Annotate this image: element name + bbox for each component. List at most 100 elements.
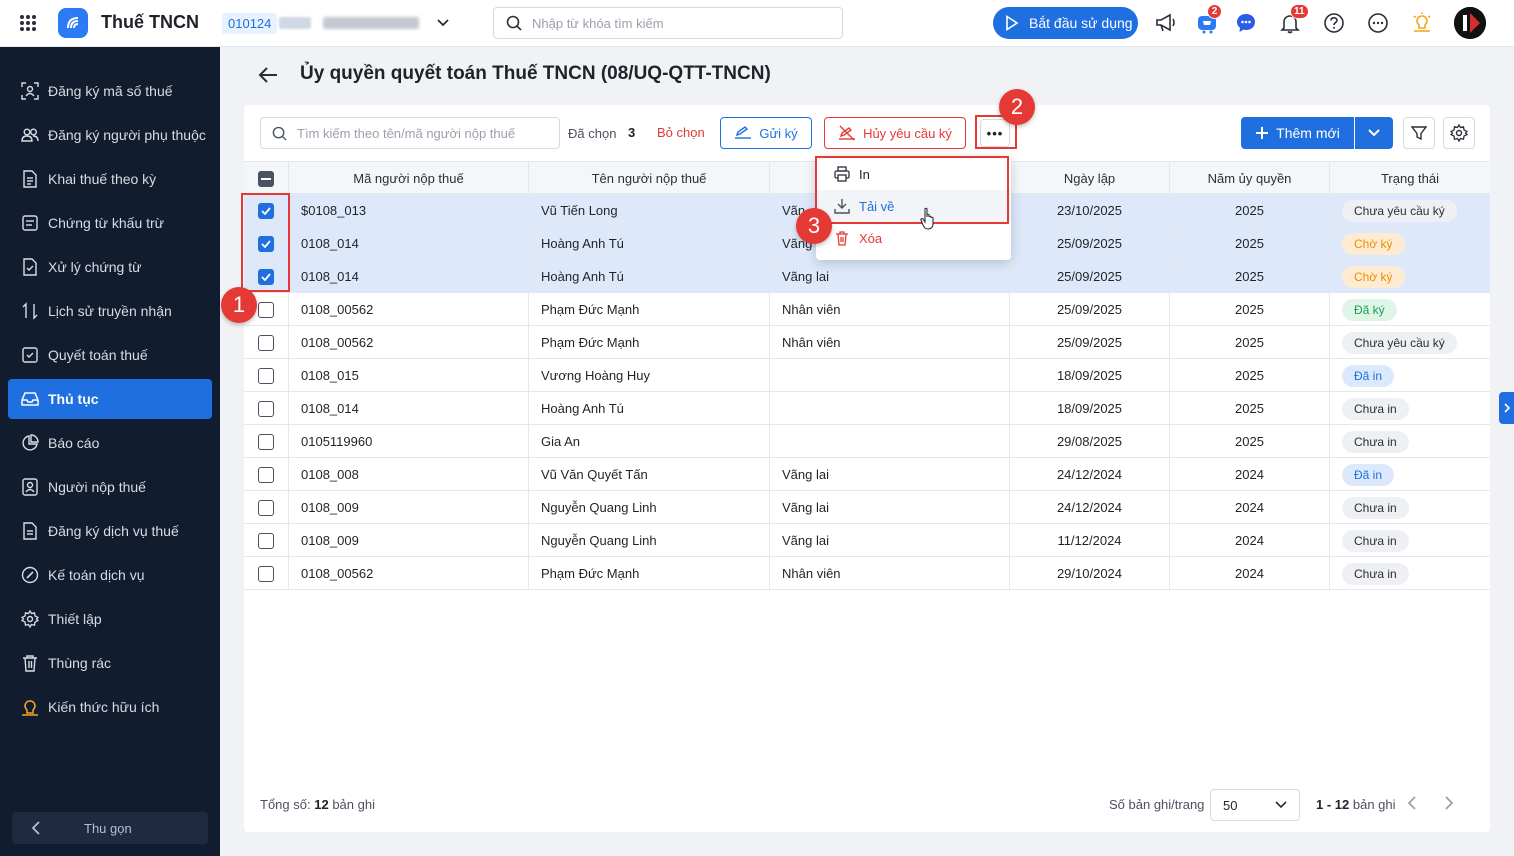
table-settings-button[interactable] [1443, 117, 1475, 149]
column-header[interactable]: Tên người nộp thuế [529, 162, 770, 195]
authorization-year-cell: 2025 [1170, 326, 1330, 359]
column-header[interactable]: Ngày lập [1010, 162, 1170, 195]
row-checkbox[interactable] [258, 466, 274, 483]
user-avatar[interactable] [1454, 7, 1486, 39]
sidebar-item-label: Thùng rác [48, 655, 112, 671]
user-card-icon [21, 478, 39, 496]
table-row[interactable]: 0108_009 Nguyễn Quang Linh Vãng lai 24/12/2… [244, 491, 1490, 524]
created-date-cell: 18/09/2025 [1010, 392, 1170, 425]
row-checkbox[interactable] [258, 499, 274, 516]
taxpayer-search-input[interactable] [297, 125, 547, 141]
taxpayer-type-cell [770, 425, 1010, 458]
sidebar-item-dependent-registration[interactable]: Đăng ký người phụ thuộc [8, 115, 212, 155]
add-new-button[interactable]: Thêm mới [1241, 117, 1354, 149]
megaphone-icon[interactable] [1154, 11, 1178, 35]
taxpayer-name-cell: Vũ Tiến Long [529, 194, 770, 227]
send-sign-button[interactable]: Gửi ký [720, 117, 812, 149]
cart-icon[interactable]: 2 [1195, 4, 1222, 35]
table-row[interactable]: 0108_014 Hoàng Anh Tú Vãng lai 25/09/2025 20… [244, 260, 1490, 293]
sidebar-item-label: Xử lý chứng từ [48, 259, 142, 275]
deselect-link[interactable]: Bỏ chọn [657, 125, 705, 140]
chevron-right-icon [1503, 403, 1510, 413]
sidebar-item-taxpayers[interactable]: Người nộp thuế [8, 467, 212, 507]
sidebar-item-withholding-certificates[interactable]: Chứng từ khấu trừ [8, 203, 212, 243]
table-row[interactable]: 0108_00562 Phạm Đức Mạnh Nhân viên 25/09/20… [244, 326, 1490, 359]
cancel-sign-request-button[interactable]: Hủy yêu cầu ký [824, 117, 966, 149]
expand-panel-button[interactable] [1499, 392, 1514, 424]
status-cell: Chưa yêu cầu ký [1330, 326, 1490, 359]
table-row[interactable]: 0108_008 Vũ Văn Quyết Tấn Vãng lai 24/12/20… [244, 458, 1490, 491]
table-row[interactable]: 0108_015 Vương Hoàng Huy 18/09/2025 2025 Đã … [244, 359, 1490, 392]
company-selector[interactable]: 010124 [222, 11, 450, 35]
sidebar-item-settings[interactable]: Thiết lập [8, 599, 212, 639]
filter-button[interactable] [1403, 117, 1435, 149]
sidebar-item-tax-code-registration[interactable]: Đăng ký mã số thuế [8, 71, 212, 111]
table-row[interactable]: 0108_014 Hoàng Anh Tú 18/09/2025 2025 Chưa i… [244, 392, 1490, 425]
sidebar-item-procedures[interactable]: Thủ tục [8, 379, 212, 419]
row-checkbox[interactable] [258, 367, 274, 384]
column-header[interactable]: Trạng thái [1330, 162, 1490, 195]
sidebar-item-process-certificates[interactable]: Xử lý chứng từ [8, 247, 212, 287]
row-select-cell [244, 557, 289, 590]
row-checkbox[interactable] [258, 334, 274, 351]
menu-item-delete[interactable]: Xóa [816, 222, 1011, 254]
bell-icon[interactable]: 11 [1278, 4, 1309, 35]
search-icon [506, 15, 522, 31]
settlement-icon [21, 346, 39, 364]
taxpayer-name-cell: Hoàng Anh Tú [529, 260, 770, 293]
taxpayer-code-cell: 0108_008 [289, 458, 529, 491]
next-page-icon[interactable] [1444, 795, 1454, 811]
table-row[interactable]: 0108_00562 Phạm Đức Mạnh Nhân viên 25/09/20… [244, 293, 1490, 326]
sidebar-collapse-button[interactable]: Thu gọn [12, 812, 208, 844]
taxpayer-type-cell: Vãng lai [770, 260, 1010, 293]
column-header[interactable]: Năm ủy quyền [1170, 162, 1330, 195]
taxpayer-search[interactable] [260, 117, 560, 149]
sidebar-item-useful-knowledge[interactable]: Kiến thức hữu ích [8, 687, 212, 727]
help-icon[interactable] [1322, 11, 1346, 35]
global-search-input[interactable] [532, 15, 822, 31]
sidebar-item-accounting-service[interactable]: Kế toán dịch vụ [8, 555, 212, 595]
row-checkbox[interactable] [258, 532, 274, 549]
per-page-select[interactable]: 50 [1210, 789, 1300, 821]
taxpayer-code-cell: 0108_00562 [289, 557, 529, 590]
sidebar-item-reports[interactable]: Báo cáo [8, 423, 212, 463]
sidebar-item-tax-settlement[interactable]: Quyết toán thuế [8, 335, 212, 375]
highlight-box-menu [815, 156, 1009, 224]
status-badge: Chưa in [1342, 530, 1409, 552]
sidebar-item-label: Đăng ký người phụ thuộc [48, 127, 206, 143]
taxpayer-type-cell: Nhân viên [770, 293, 1010, 326]
authorization-year-cell: 2025 [1170, 260, 1330, 293]
taxpayer-type-cell: Vãng lai [770, 524, 1010, 557]
sidebar-item-transmission-history[interactable]: Lịch sử truyền nhận [8, 291, 212, 331]
sidebar-item-trash[interactable]: Thùng rác [8, 643, 212, 683]
start-using-button[interactable]: Bắt đầu sử dụng [993, 7, 1138, 39]
status-cell: Chưa in [1330, 491, 1490, 524]
more-apps-icon[interactable] [1366, 11, 1390, 35]
row-checkbox[interactable] [258, 301, 274, 318]
sidebar-item-label: Lịch sử truyền nhận [48, 303, 172, 319]
global-search[interactable] [493, 7, 843, 39]
row-select-cell [244, 392, 289, 425]
previous-page-icon[interactable] [1407, 795, 1417, 811]
back-arrow-icon[interactable] [258, 66, 278, 84]
apps-grid-icon[interactable] [19, 14, 37, 32]
row-checkbox[interactable] [258, 433, 274, 450]
chat-icon[interactable] [1234, 11, 1258, 35]
column-header[interactable]: Mã người nộp thuế [289, 162, 529, 195]
authorization-year-cell: 2025 [1170, 293, 1330, 326]
table-row[interactable]: 0105119960 Gia An 29/08/2025 2025 Chưa in [244, 425, 1490, 458]
sidebar-item-tax-service-registration[interactable]: Đăng ký dịch vụ thuế [8, 511, 212, 551]
idea-icon[interactable] [1410, 11, 1434, 35]
row-checkbox[interactable] [258, 400, 274, 417]
table-row[interactable]: 0108_009 Nguyễn Quang Linh Vãng lai 11/12/2… [244, 524, 1490, 557]
select-all-checkbox[interactable] [258, 170, 274, 187]
created-date-cell: 29/08/2025 [1010, 425, 1170, 458]
sidebar-item-periodic-declaration[interactable]: Khai thuế theo kỳ [8, 159, 212, 199]
sidebar-item-label: Thiết lập [48, 611, 102, 627]
total-records: Tổng số: 12 bản ghi [260, 797, 375, 812]
redacted-text [279, 17, 312, 29]
trash-icon [834, 230, 850, 246]
add-new-dropdown-button[interactable] [1355, 117, 1393, 149]
row-checkbox[interactable] [258, 565, 274, 582]
table-row[interactable]: 0108_00562 Phạm Đức Mạnh Nhân viên 29/10/20… [244, 557, 1490, 590]
